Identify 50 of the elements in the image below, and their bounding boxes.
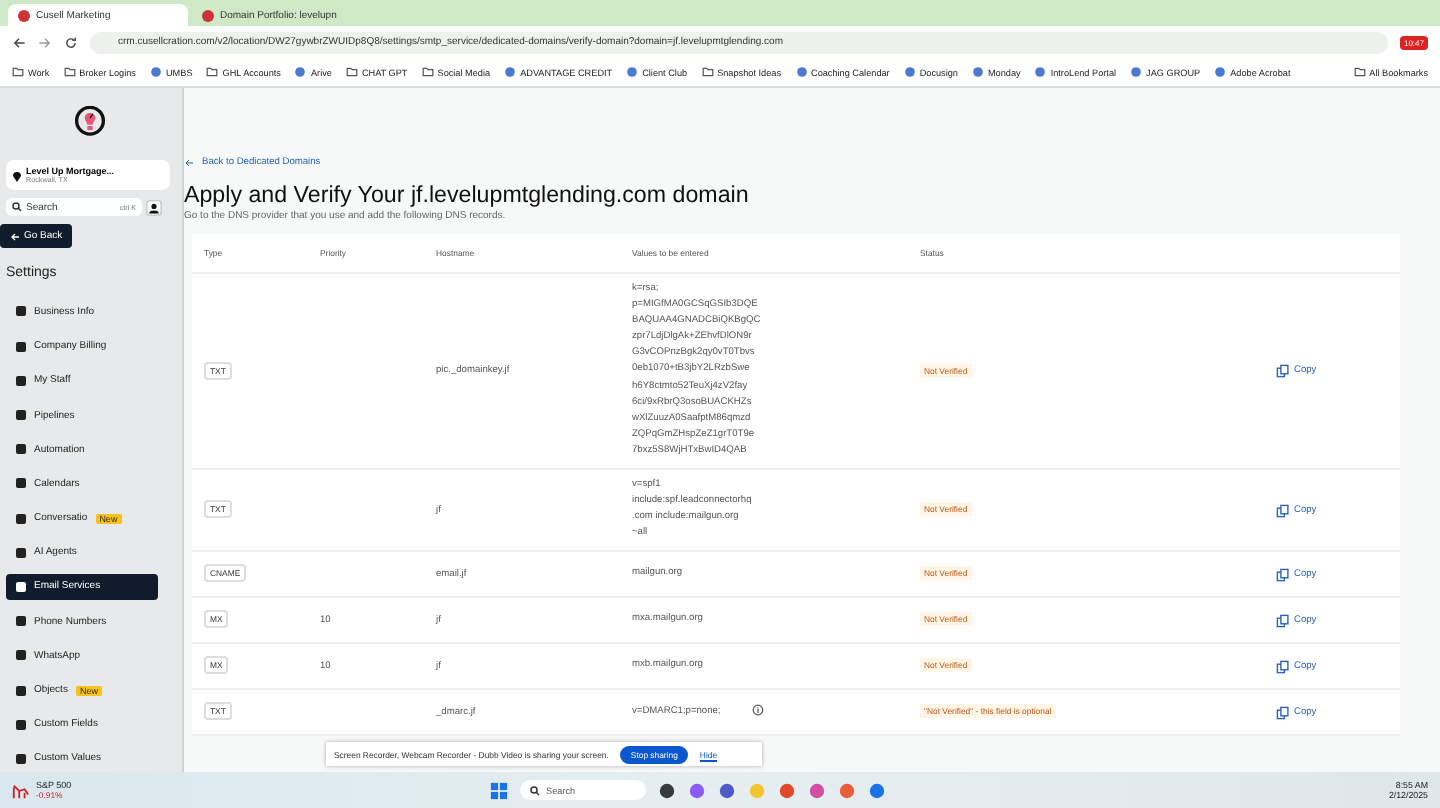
square-icon [16, 375, 26, 386]
back-arrow-icon[interactable] [12, 35, 26, 49]
windows-icon[interactable] [490, 781, 508, 799]
square-icon [16, 719, 26, 730]
square-icon [16, 444, 26, 455]
square-icon [16, 616, 26, 627]
site-icon [626, 66, 639, 78]
copy-icon [1276, 613, 1290, 628]
copy-icon [1276, 705, 1290, 720]
square-icon [16, 513, 26, 524]
folder-icon [701, 66, 714, 78]
folder-icon [421, 66, 434, 78]
search-icon [12, 202, 22, 213]
folder-icon [63, 66, 76, 78]
site-icon [294, 66, 307, 78]
info-icon[interactable] [752, 704, 765, 717]
folder-icon [345, 66, 358, 78]
copy-icon [1276, 659, 1290, 674]
site-icon [971, 66, 984, 78]
square-icon [16, 547, 26, 558]
search-icon [530, 785, 540, 795]
square-icon [16, 306, 26, 317]
folder-icon [12, 66, 24, 78]
chart-icon[interactable] [12, 781, 30, 799]
square-icon [16, 753, 26, 764]
folder-icon [1353, 66, 1366, 78]
folder-icon [206, 66, 219, 78]
square-icon [16, 650, 26, 661]
pin-icon [12, 169, 22, 182]
site-icon [149, 66, 162, 78]
square-icon [16, 341, 26, 352]
square-icon [16, 478, 26, 489]
left-arrow-icon [184, 158, 194, 168]
square-icon [16, 581, 26, 592]
left-arrow-icon [10, 231, 20, 242]
site-icon [1214, 66, 1227, 78]
person-icon[interactable] [146, 199, 162, 216]
page-title: Apply and Verify Your jf.levelupmtglending.com domain [184, 182, 751, 208]
site-icon [504, 66, 517, 78]
square-icon [16, 410, 26, 421]
forward-arrow-icon[interactable] [38, 35, 52, 49]
copy-icon [1276, 364, 1290, 379]
site-icon [795, 66, 807, 78]
square-icon [16, 685, 26, 696]
site-icon [1034, 66, 1047, 78]
site-icon [903, 66, 916, 78]
reload-icon[interactable] [64, 35, 78, 49]
copy-icon [1276, 503, 1290, 518]
copy-icon [1276, 567, 1290, 582]
site-icon [1130, 66, 1143, 78]
